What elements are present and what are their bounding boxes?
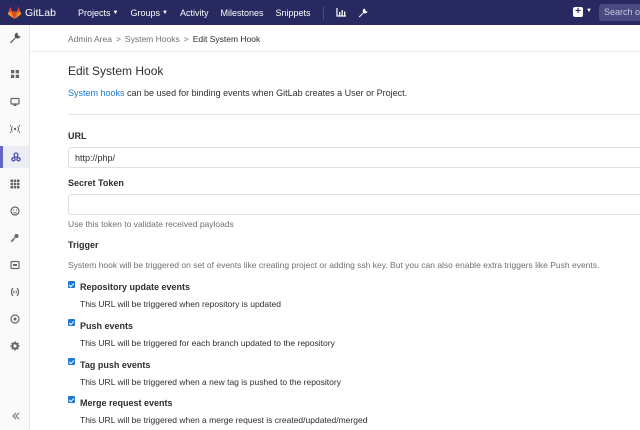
chart-icon[interactable] [335,8,346,17]
section-divider [68,114,640,115]
spam-icon[interactable] [0,281,29,303]
broadcast-icon[interactable] [0,118,29,140]
plus-icon[interactable]: + [573,7,583,17]
hooks-icon[interactable] [0,146,29,168]
trigger-label: Trigger [68,240,99,250]
nav-milestones-label: Milestones [220,7,264,18]
nav-projects[interactable]: Projects ▼ [78,8,118,18]
trigger-help: System hook will be triggered on set of … [68,260,600,270]
chevron-down-icon: ▼ [112,9,119,16]
top-navbar: GitLab Projects ▼ Groups ▼ Activity Milest… [0,0,640,25]
apps-icon[interactable] [0,173,29,195]
push-events-desc: This URL will be triggered for each bran… [80,338,335,348]
breadcrumb-current[interactable]: Edit System Hook [193,34,261,44]
merge-request-events-label[interactable]: Merge request events [80,398,173,408]
intro-description: can be used for binding events when GitL… [124,88,408,98]
app-name: GitLab [25,6,56,19]
monitor-icon[interactable] [0,91,29,113]
merge-request-events-checkbox[interactable] [68,396,75,403]
wrench-icon[interactable] [0,25,29,51]
nav-divider [322,5,324,20]
push-events-checkbox[interactable] [68,319,75,326]
nav-activity-label: Activity [179,7,209,18]
admin-sidebar [0,25,30,430]
nav-snippets[interactable]: Snippets [275,8,310,18]
gitlab-logo[interactable]: GitLab [8,7,66,19]
secret-token-label: Secret Token [68,178,124,188]
collapse-sidebar-icon[interactable] [0,405,29,427]
key-icon[interactable] [0,227,29,249]
url-label: URL [68,131,87,141]
tanuki-icon [8,6,21,19]
nav-milestones[interactable]: Milestones [220,8,263,18]
url-input[interactable]: http://php/ [68,147,640,168]
system-hooks-link[interactable]: System hooks [68,88,125,98]
abuse-icon[interactable] [0,200,29,222]
repository-update-events-checkbox[interactable] [68,281,75,288]
wrench-icon[interactable] [358,8,368,18]
push-events-label[interactable]: Push events [80,321,133,331]
nav-snippets-label: Snippets [275,7,311,18]
nav-groups[interactable]: Groups ▼ [130,8,167,18]
breadcrumb: Admin Area > System Hooks > Edit System Hook [68,34,260,44]
appearance-icon[interactable] [0,308,29,330]
breadcrumb-separator: > [115,34,121,44]
search-input[interactable]: Search o [599,4,640,21]
breadcrumb-admin-area[interactable]: Admin Area [68,34,112,44]
tag-push-events-label[interactable]: Tag push events [80,360,150,370]
labels-icon[interactable] [0,254,29,276]
tag-push-events-checkbox[interactable] [68,358,75,365]
chevron-down-icon[interactable]: ▼ [586,8,592,14]
tag-push-events-desc: This URL will be triggered when a new ta… [80,377,341,387]
breadcrumb-system-hooks[interactable]: System Hooks [125,34,180,44]
breadcrumb-divider [30,51,640,52]
settings-icon[interactable] [0,335,29,357]
nav-projects-label: Projects [78,7,111,18]
merge-request-events-desc: This URL will be triggered when a merge … [80,415,368,425]
secret-token-help: Use this token to validate received payl… [68,219,234,229]
page-title: Edit System Hook [68,64,164,78]
nav-groups-label: Groups [130,7,160,18]
repository-update-events-label[interactable]: Repository update events [80,282,190,292]
secret-token-input[interactable] [68,194,640,215]
breadcrumb-separator: > [183,34,189,44]
repository-update-events-desc: This URL will be triggered when reposito… [80,299,281,309]
chevron-down-icon: ▼ [161,9,168,16]
dashboard-icon[interactable] [0,63,29,85]
intro-text: System hooks can be used for binding eve… [68,88,407,98]
nav-activity[interactable]: Activity [180,8,209,18]
